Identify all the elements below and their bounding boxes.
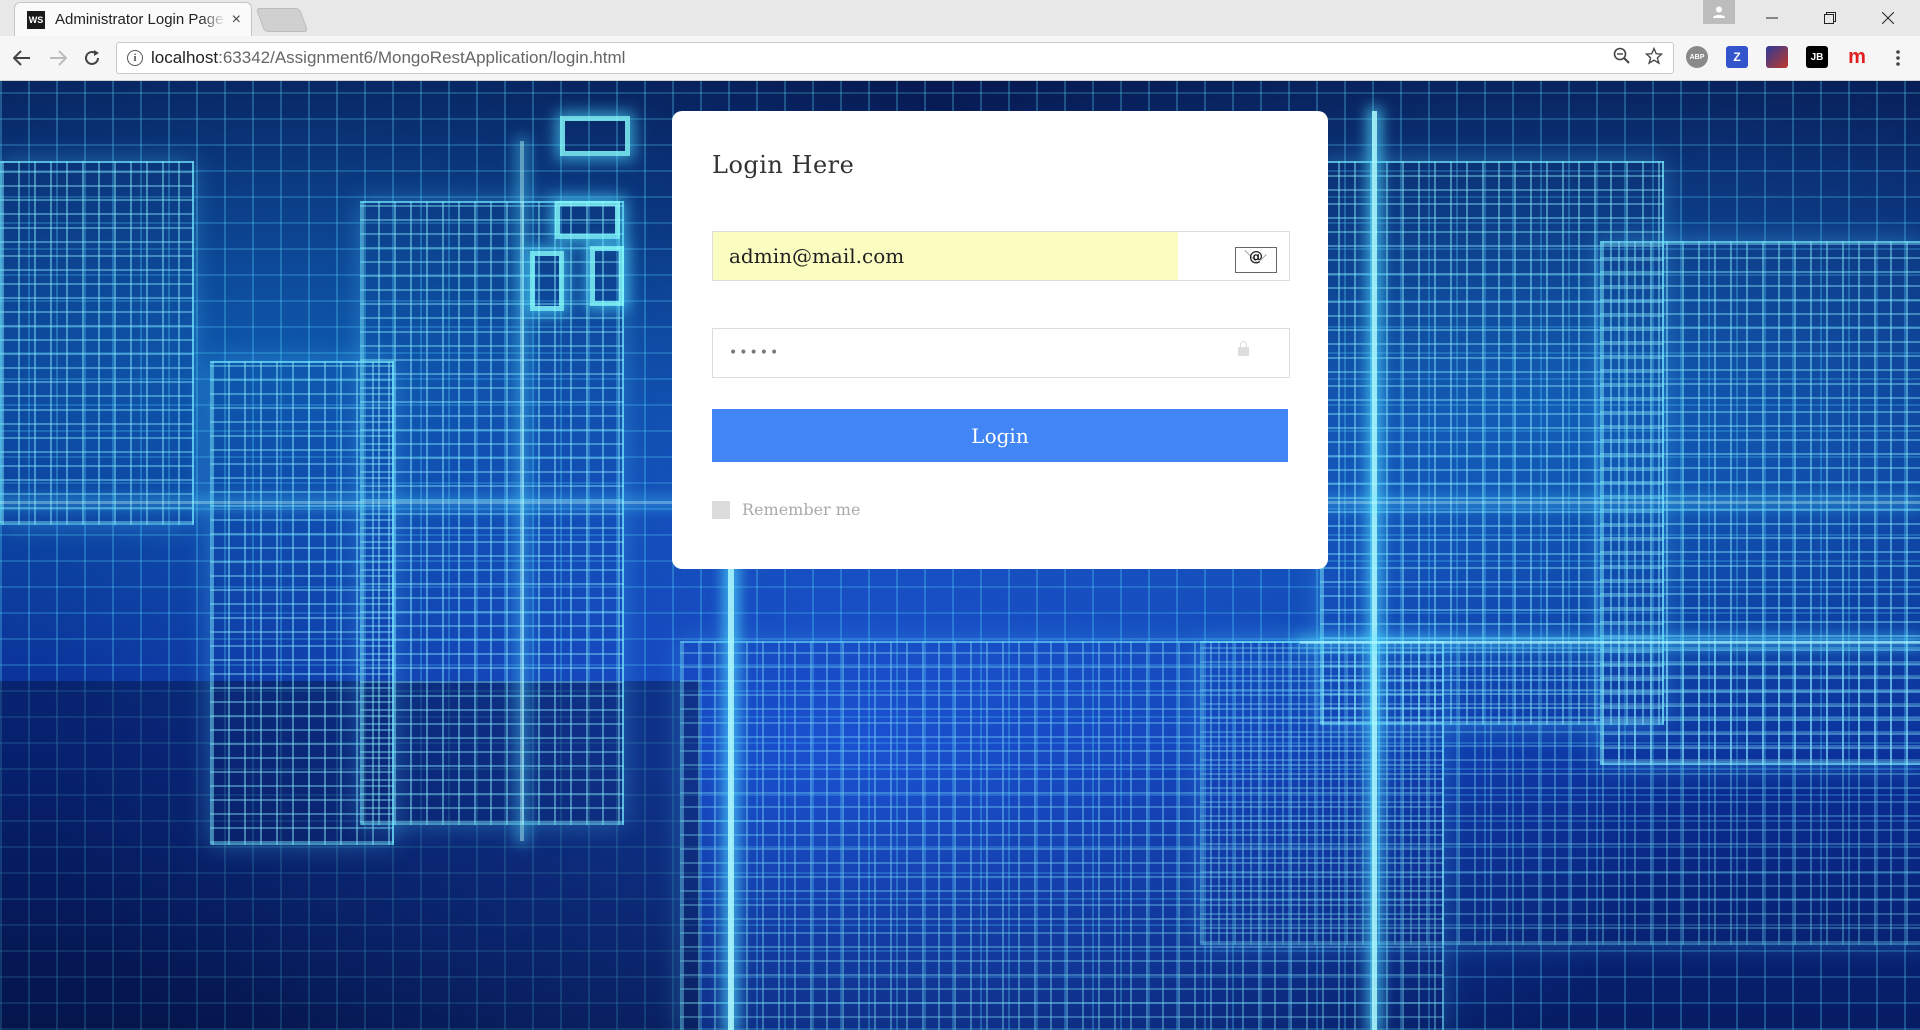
browser-toolbar: i localhost:63342/Assignment6/MongoRestA… <box>0 36 1920 81</box>
background-tower <box>1200 641 1920 945</box>
background-glow-box <box>555 201 620 239</box>
password-field-wrapper <box>712 328 1290 378</box>
remember-me-checkbox[interactable] <box>712 500 730 519</box>
background-light-line <box>1300 641 1920 644</box>
restore-icon[interactable] <box>1801 0 1859 36</box>
email-field-wrapper: @ <box>712 231 1290 281</box>
background-tower <box>360 201 624 825</box>
menu-kebab-icon[interactable] <box>1884 44 1912 72</box>
login-card: Login Here @ Login Remember me <box>672 111 1328 569</box>
reload-icon[interactable] <box>78 44 106 72</box>
extension-icon[interactable] <box>1766 46 1788 68</box>
zotero-icon[interactable]: Z <box>1726 46 1748 68</box>
tab-close-icon[interactable]: × <box>232 11 241 29</box>
background-glow-box <box>560 116 630 156</box>
site-info-icon[interactable]: i <box>127 50 143 66</box>
minimize-icon[interactable] <box>1743 0 1801 36</box>
remember-me: Remember me <box>712 500 860 519</box>
m-extension-icon[interactable]: m <box>1846 46 1868 68</box>
login-title: Login Here <box>712 151 855 179</box>
background-glow-box <box>590 246 624 306</box>
at-sign-glyph: @ <box>1249 249 1263 265</box>
new-tab-button[interactable] <box>255 8 309 32</box>
address-bar[interactable]: i localhost:63342/Assignment6/MongoRestA… <box>116 42 1674 74</box>
zoom-icon[interactable] <box>1613 47 1631 70</box>
login-button[interactable]: Login <box>712 409 1288 462</box>
jetbrains-icon[interactable]: JB <box>1806 46 1828 68</box>
back-icon[interactable] <box>8 44 36 72</box>
lock-icon <box>1238 341 1249 356</box>
tab-title: Administrator Login Page <box>55 11 224 28</box>
email-input[interactable] <box>713 232 1178 280</box>
background-light-beam <box>520 141 524 841</box>
bookmark-star-icon[interactable] <box>1644 46 1664 70</box>
close-window-icon[interactable] <box>1859 0 1917 36</box>
tab-strip: WS Administrator Login Page × <box>0 0 1920 36</box>
url-text: localhost:63342/Assignment6/MongoRestApp… <box>151 48 626 67</box>
profile-icon[interactable] <box>1703 0 1735 24</box>
background-light-beam <box>728 561 734 1030</box>
forward-icon[interactable] <box>44 44 72 72</box>
adblock-plus-icon[interactable]: ABP <box>1686 46 1708 68</box>
webstorm-icon: WS <box>27 10 45 29</box>
background-light-beam <box>1372 111 1377 1030</box>
browser-tab[interactable]: WS Administrator Login Page × <box>14 2 252 36</box>
background-glow-box <box>530 251 564 311</box>
password-input[interactable] <box>713 329 1289 377</box>
envelope-icon: @ <box>1235 247 1277 273</box>
background-tower <box>0 161 194 525</box>
remember-me-label[interactable]: Remember me <box>742 500 860 519</box>
